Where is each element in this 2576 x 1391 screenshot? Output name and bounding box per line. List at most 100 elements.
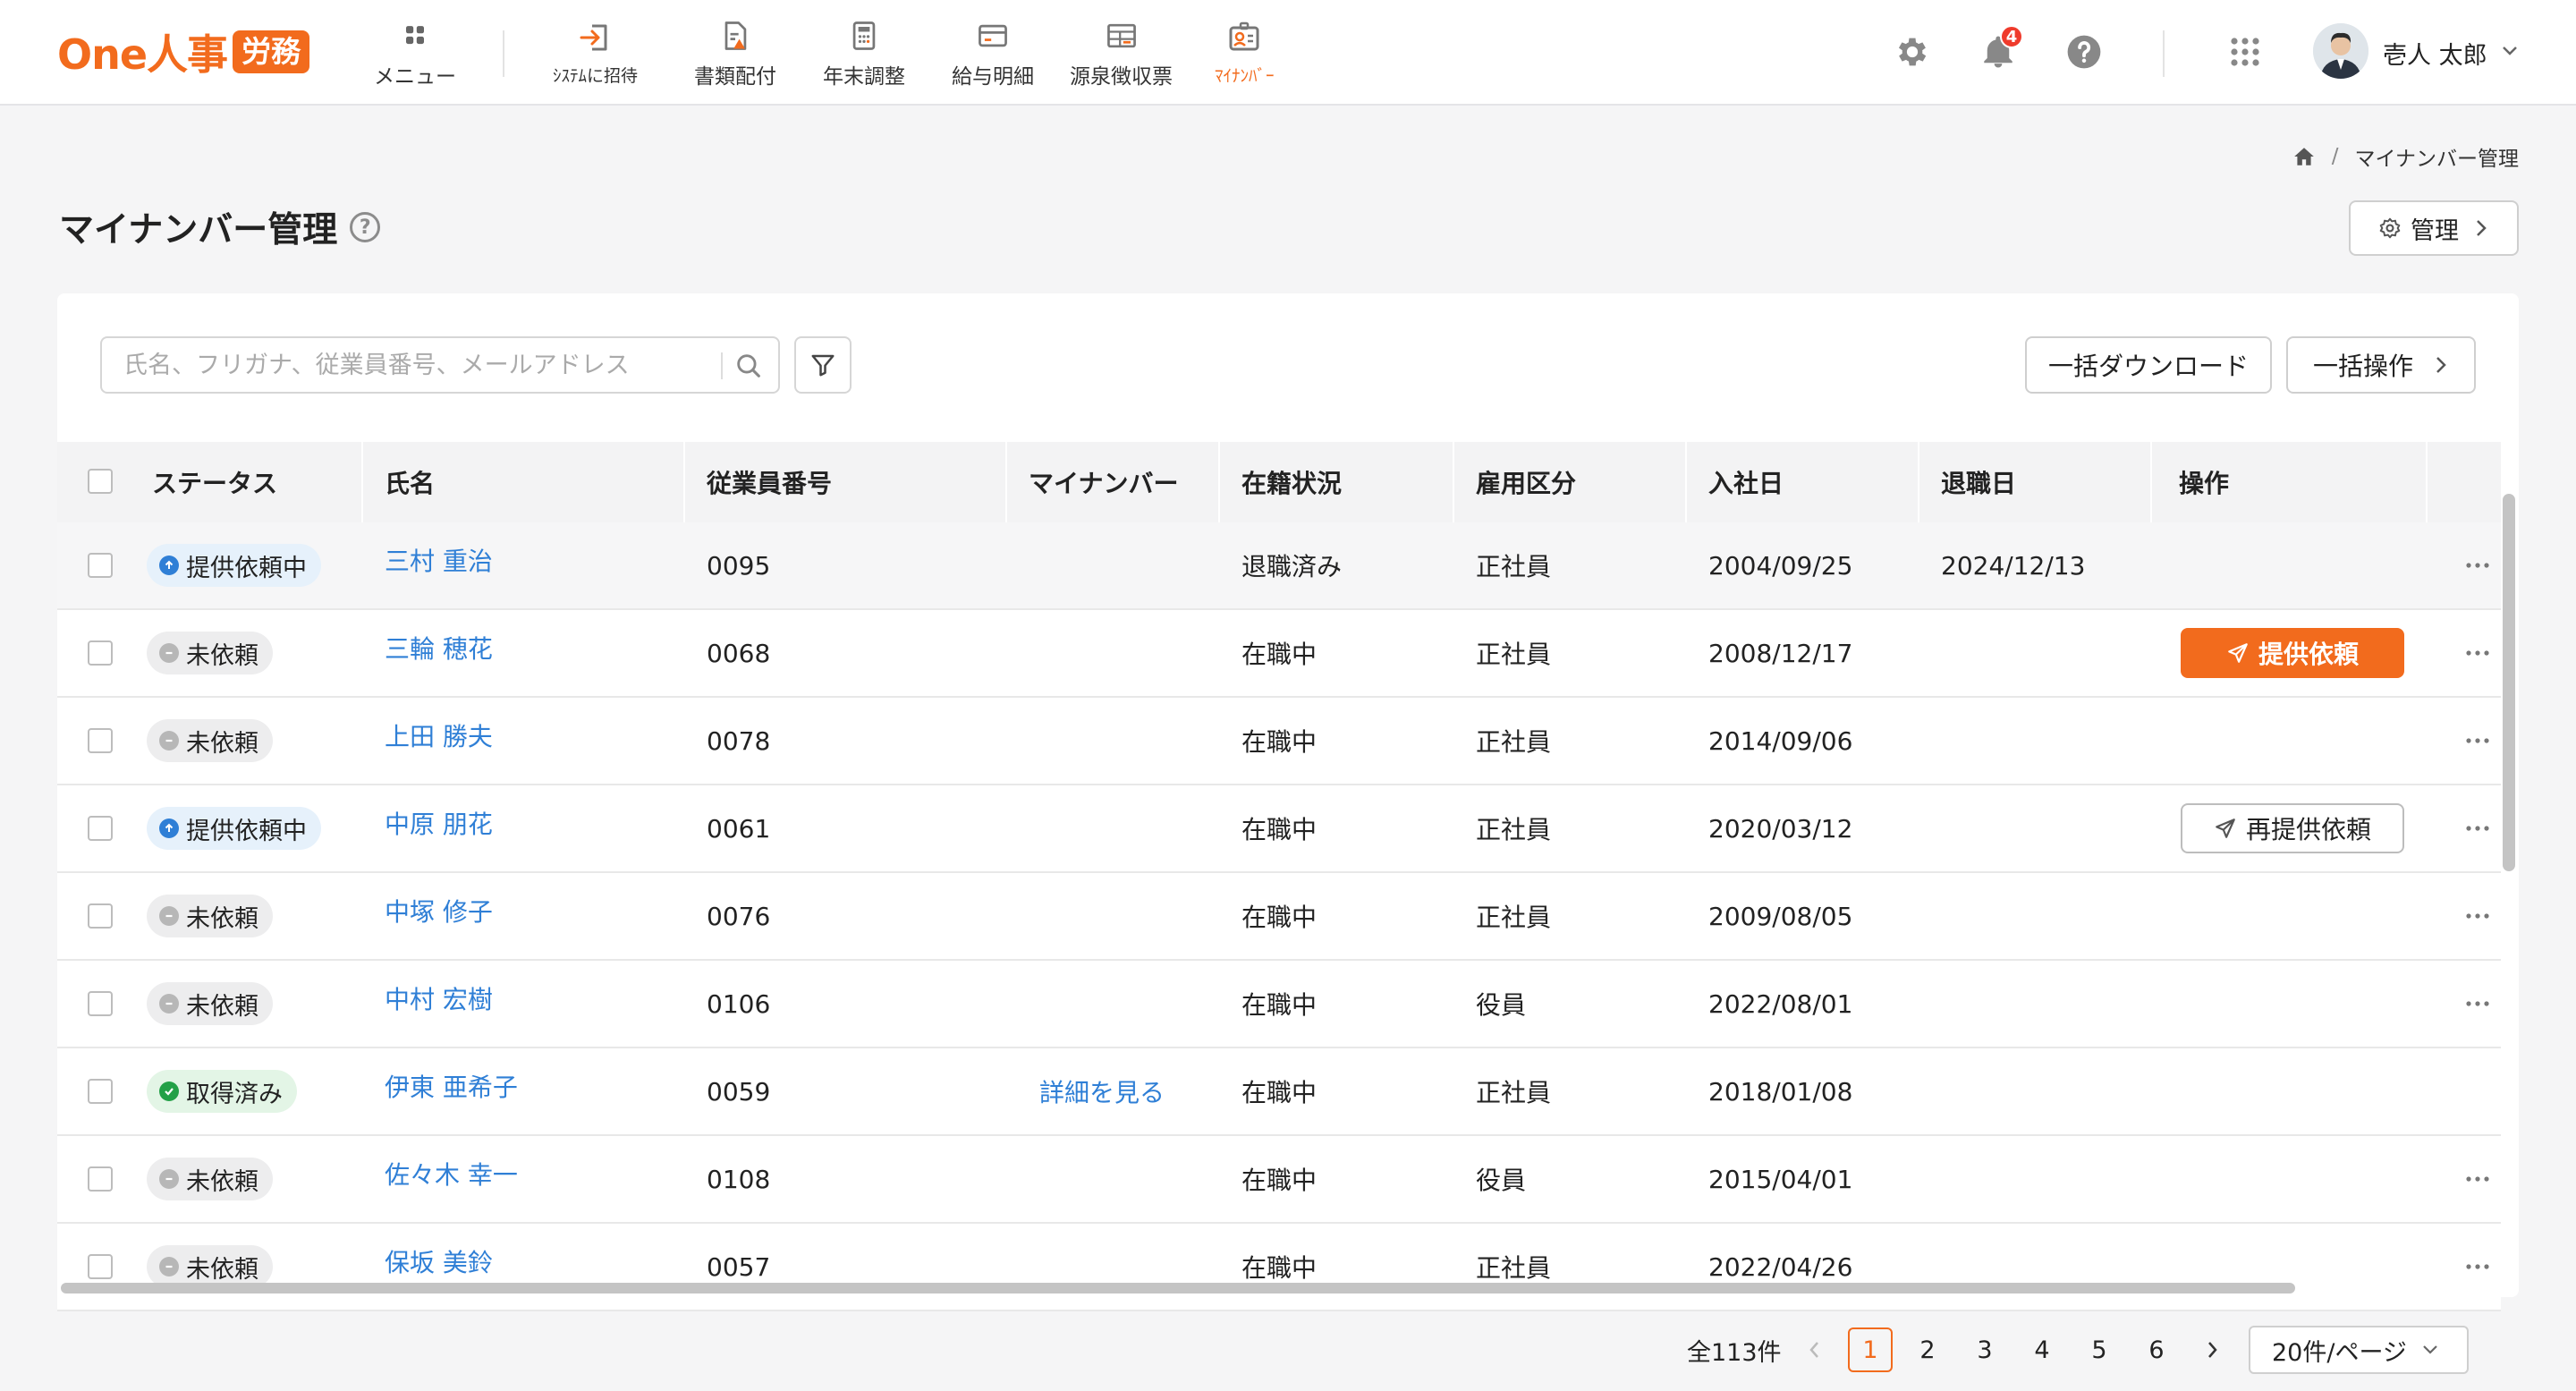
more-actions-button[interactable] (2460, 1249, 2496, 1285)
table-row[interactable]: 提供依頼中 中原 朋花 0061 在職中 正社員 2020/03/12 再提供依頼 (57, 785, 2501, 873)
more-horizontal-icon (2466, 913, 2489, 919)
employee-name-link[interactable]: 中塚 修子 (385, 893, 493, 929)
table-row[interactable]: 未依頼 中塚 修子 0076 在職中 正社員 2009/08/05 (57, 873, 2501, 961)
name-cell: 三輪 穂花 (385, 605, 493, 691)
retire-date: 2024/12/13 (1941, 550, 2086, 581)
page-number-button[interactable]: 3 (1962, 1327, 2007, 1372)
select-all-checkbox[interactable] (88, 469, 113, 494)
col-retire-date[interactable]: 退職日 (1941, 442, 2016, 522)
page-number-button[interactable]: 2 (1905, 1327, 1950, 1372)
notifications-button[interactable]: 4 (1975, 25, 2023, 75)
main-card: 一括ダウンロード 一括操作 ステータス 氏名 従業員番号 マイナンバー 在籍状況… (57, 293, 2519, 1311)
vertical-scrollbar[interactable] (2503, 494, 2515, 871)
more-actions-button[interactable] (2460, 547, 2496, 583)
col-mynumber[interactable]: マイナンバー (1029, 442, 1178, 522)
status-badge: 未依頼 (147, 895, 273, 937)
row-checkbox[interactable] (88, 991, 113, 1016)
nav-documents[interactable]: 書類配付 (694, 16, 776, 89)
minus-circle-icon (159, 731, 179, 751)
more-actions-button[interactable] (2460, 1161, 2496, 1197)
nav-menu[interactable]: メニュー (374, 16, 456, 89)
nav-payslip[interactable]: 給与明細 (952, 16, 1034, 89)
manage-button[interactable]: 管理 (2349, 200, 2519, 256)
employee-name-link[interactable]: 佐々木 幸一 (385, 1156, 518, 1192)
col-status[interactable]: ステータス (152, 442, 277, 522)
col-employee-number[interactable]: 従業員番号 (707, 442, 832, 522)
col-join-date[interactable]: 入社日 (1708, 442, 1784, 522)
table-row[interactable]: 取得済み 伊東 亜希子 0059 詳細を見る 在職中 正社員 2018/01/08 (57, 1048, 2501, 1136)
row-checkbox[interactable] (88, 1254, 113, 1279)
row-checkbox[interactable] (88, 640, 113, 666)
col-name[interactable]: 氏名 (385, 442, 435, 522)
status-badge: 未依頼 (147, 1245, 273, 1288)
avatar[interactable] (2313, 23, 2368, 79)
nav-year-end[interactable]: 年末調整 (823, 16, 905, 89)
bulk-action-button[interactable]: 一括操作 (2286, 336, 2476, 394)
nav-withholding[interactable]: 源泉徴収票 (1070, 16, 1173, 89)
more-actions-button[interactable] (2460, 723, 2496, 759)
col-employment-status[interactable]: 在籍状況 (1241, 442, 1342, 522)
employee-name-link[interactable]: 三輪 穂花 (385, 630, 493, 666)
next-page-button[interactable] (2190, 1327, 2234, 1372)
prev-page-button[interactable] (1792, 1327, 1837, 1372)
page-number-button[interactable]: 4 (2020, 1327, 2064, 1372)
table-row[interactable]: 提供依頼中 三村 重治 0095 退職済み 正社員 2004/09/25 2024/12/1… (57, 522, 2501, 610)
home-icon[interactable] (2292, 145, 2316, 168)
col-employment-type[interactable]: 雇用区分 (1476, 442, 1576, 522)
user-name[interactable]: 壱人 太郎 (2383, 36, 2487, 71)
logo-badge: 労務 (233, 30, 310, 73)
employee-number: 0061 (707, 813, 771, 844)
app-logo[interactable]: One人事 労務 (57, 27, 310, 79)
row-checkbox[interactable] (88, 728, 113, 753)
table-row[interactable]: 未依頼 佐々木 幸一 0108 在職中 役員 2015/04/01 (57, 1136, 2501, 1224)
search-icon[interactable] (733, 351, 764, 381)
more-actions-button[interactable] (2460, 986, 2496, 1022)
nav-invite[interactable]: ｼｽﾃﾑに招待 (553, 16, 638, 89)
search-input[interactable] (123, 345, 714, 385)
page-number-button[interactable]: 1 (1848, 1327, 1893, 1372)
name-cell: 中原 朋花 (385, 780, 493, 866)
view-details-link[interactable]: 詳細を見る (1039, 1073, 1165, 1109)
page-number-button[interactable]: 5 (2077, 1327, 2122, 1372)
join-date: 2020/03/12 (1708, 813, 1853, 844)
table-row[interactable]: 未依頼 保坂 美鈴 0057 在職中 正社員 2022/04/26 (57, 1224, 2501, 1311)
question-circle-icon[interactable]: ? (350, 212, 381, 242)
table-row[interactable]: 未依頼 上田 勝夫 0078 在職中 正社員 2014/09/06 (57, 698, 2501, 785)
row-checkbox[interactable] (88, 1079, 113, 1104)
employee-number: 0095 (707, 550, 771, 581)
more-actions-button[interactable] (2460, 635, 2496, 671)
row-checkbox[interactable] (88, 903, 113, 929)
more-actions-button[interactable] (2460, 898, 2496, 934)
row-checkbox[interactable] (88, 553, 113, 578)
employee-name-link[interactable]: 中村 宏樹 (385, 980, 493, 1016)
employment-status: 在職中 (1241, 640, 1318, 669)
bulk-download-button[interactable]: 一括ダウンロード (2025, 336, 2272, 394)
status-cell: 未依頼 (147, 1224, 273, 1310)
mynumber-cell: 詳細を見る (1039, 1048, 1165, 1134)
page-number-button[interactable]: 6 (2134, 1327, 2179, 1372)
employee-name-link[interactable]: 中原 朋花 (385, 805, 493, 841)
re-request-button[interactable]: 再提供依頼 (2181, 803, 2404, 853)
employee-name-link[interactable]: 伊東 亜希子 (385, 1068, 518, 1104)
chevron-right-icon (2208, 1342, 2217, 1358)
request-button-label: 提供依頼 (2258, 640, 2359, 669)
employee-name-link[interactable]: 上田 勝夫 (385, 717, 493, 753)
settings-button[interactable] (1889, 29, 1936, 75)
horizontal-scrollbar[interactable] (61, 1283, 2295, 1293)
more-actions-button[interactable] (2460, 810, 2496, 846)
table-row[interactable]: 未依頼 三輪 穂花 0068 在職中 正社員 2008/12/17 提供依頼 (57, 610, 2501, 698)
request-button[interactable]: 提供依頼 (2181, 628, 2404, 678)
employee-name-link[interactable]: 三村 重治 (385, 542, 493, 578)
help-button[interactable] (2061, 29, 2107, 75)
apps-button[interactable] (2222, 29, 2268, 75)
row-checkbox[interactable] (88, 1166, 113, 1192)
table-row[interactable]: 未依頼 中村 宏樹 0106 在職中 役員 2022/08/01 (57, 961, 2501, 1048)
nav-mynumber[interactable]: ﾏｲﾅﾝﾊﾞｰ (1215, 16, 1275, 89)
employee-name-link[interactable]: 保坂 美鈴 (385, 1243, 493, 1279)
page-size-select[interactable]: 20件/ページ (2249, 1326, 2469, 1374)
row-checkbox[interactable] (88, 816, 113, 841)
chevron-down-icon[interactable] (2501, 45, 2519, 57)
nav-withholding-label: 源泉徴収票 (1070, 65, 1173, 89)
filter-button[interactable] (794, 336, 852, 394)
arrow-up-circle-icon (159, 818, 179, 838)
